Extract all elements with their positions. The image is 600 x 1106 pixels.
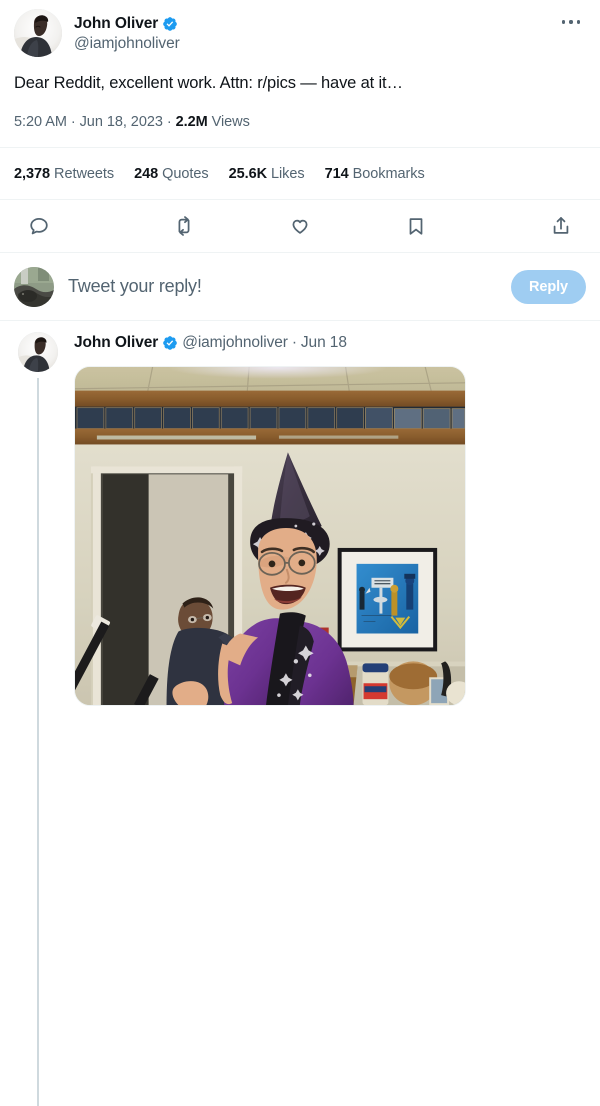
author-identity: John Oliver @iamjohnoliver xyxy=(74,9,180,57)
stat-retweets[interactable]: 2,378 Retweets xyxy=(14,166,114,182)
retweet-action[interactable] xyxy=(126,200,242,252)
heart-icon xyxy=(289,215,311,237)
stat-count: 25.6K xyxy=(228,165,268,182)
author-name-row: John Oliver xyxy=(74,14,180,34)
tweet-header: John Oliver @iamjohnoliver xyxy=(14,0,586,57)
main-tweet[interactable]: John Oliver @iamjohnoliver Dear Reddit, … xyxy=(0,0,600,147)
like-action[interactable] xyxy=(242,200,358,252)
reply-action[interactable] xyxy=(8,200,126,252)
thread-author-row: John Oliver @iamjohnoliver · Jun 18 xyxy=(74,332,586,354)
retweet-icon xyxy=(173,215,195,237)
thread-connector-line xyxy=(37,378,39,1106)
stat-label: Likes xyxy=(271,165,305,182)
thread-content: John Oliver @iamjohnoliver · Jun 18 xyxy=(74,332,586,706)
share-icon xyxy=(550,215,572,237)
verified-icon xyxy=(162,16,178,32)
dot xyxy=(576,20,581,24)
stat-count: 714 xyxy=(324,165,349,182)
avatar[interactable] xyxy=(14,9,62,57)
stat-label: Quotes xyxy=(162,165,209,182)
reply-input[interactable]: Tweet your reply! xyxy=(68,276,511,297)
comment-icon xyxy=(28,215,50,237)
bookmark-action[interactable] xyxy=(358,200,474,252)
tweet-date[interactable]: Jun 18 xyxy=(301,333,347,353)
stat-count: 2,378 xyxy=(14,165,51,182)
verified-icon xyxy=(162,335,178,351)
reply-button[interactable]: Reply xyxy=(511,269,586,304)
share-action[interactable] xyxy=(474,200,592,252)
thread-tweet[interactable]: John Oliver @iamjohnoliver · Jun 18 xyxy=(0,321,600,1106)
bookmark-icon xyxy=(405,215,427,237)
stat-bookmarks[interactable]: 714 Bookmarks xyxy=(325,166,425,182)
views-label: Views xyxy=(211,114,250,130)
meta-separator: · xyxy=(70,114,76,130)
avatar[interactable] xyxy=(14,266,54,307)
tweet-date: Jun 18, 2023 xyxy=(79,114,163,130)
more-options-icon[interactable] xyxy=(556,12,586,32)
stat-count: 248 xyxy=(134,165,159,182)
thread-avatar-column xyxy=(14,332,62,1106)
dot xyxy=(561,20,566,24)
author-handle[interactable]: @iamjohnoliver xyxy=(182,333,288,353)
engagement-stats-bar: 2,378 Retweets 248 Quotes 25.6K Likes 71… xyxy=(0,148,600,199)
stat-label: Bookmarks xyxy=(352,165,425,182)
avatar[interactable] xyxy=(18,332,58,372)
author-display-name: John Oliver xyxy=(74,334,159,351)
dot xyxy=(569,20,573,24)
views-count: 2.2M xyxy=(175,114,208,130)
tweet-timestamp-views: 5:20 AM · Jun 18, 2023 · 2.2M Views xyxy=(14,95,586,147)
stat-likes[interactable]: 25.6K Likes xyxy=(229,166,305,182)
separator: · xyxy=(291,334,297,351)
author-display-name: John Oliver xyxy=(74,14,159,32)
tweet-action-bar xyxy=(0,200,600,252)
tweet-photo[interactable] xyxy=(74,366,466,706)
stat-label: Retweets xyxy=(54,165,115,182)
author-handle[interactable]: @iamjohnoliver xyxy=(74,34,180,54)
stat-quotes[interactable]: 248 Quotes xyxy=(134,165,209,182)
meta-separator: · xyxy=(166,114,172,130)
tweet-text: Dear Reddit, excellent work. Attn: r/pic… xyxy=(14,74,403,92)
tweet-time: 5:20 AM xyxy=(14,114,67,130)
reply-composer[interactable]: Tweet your reply! Reply xyxy=(0,253,600,320)
